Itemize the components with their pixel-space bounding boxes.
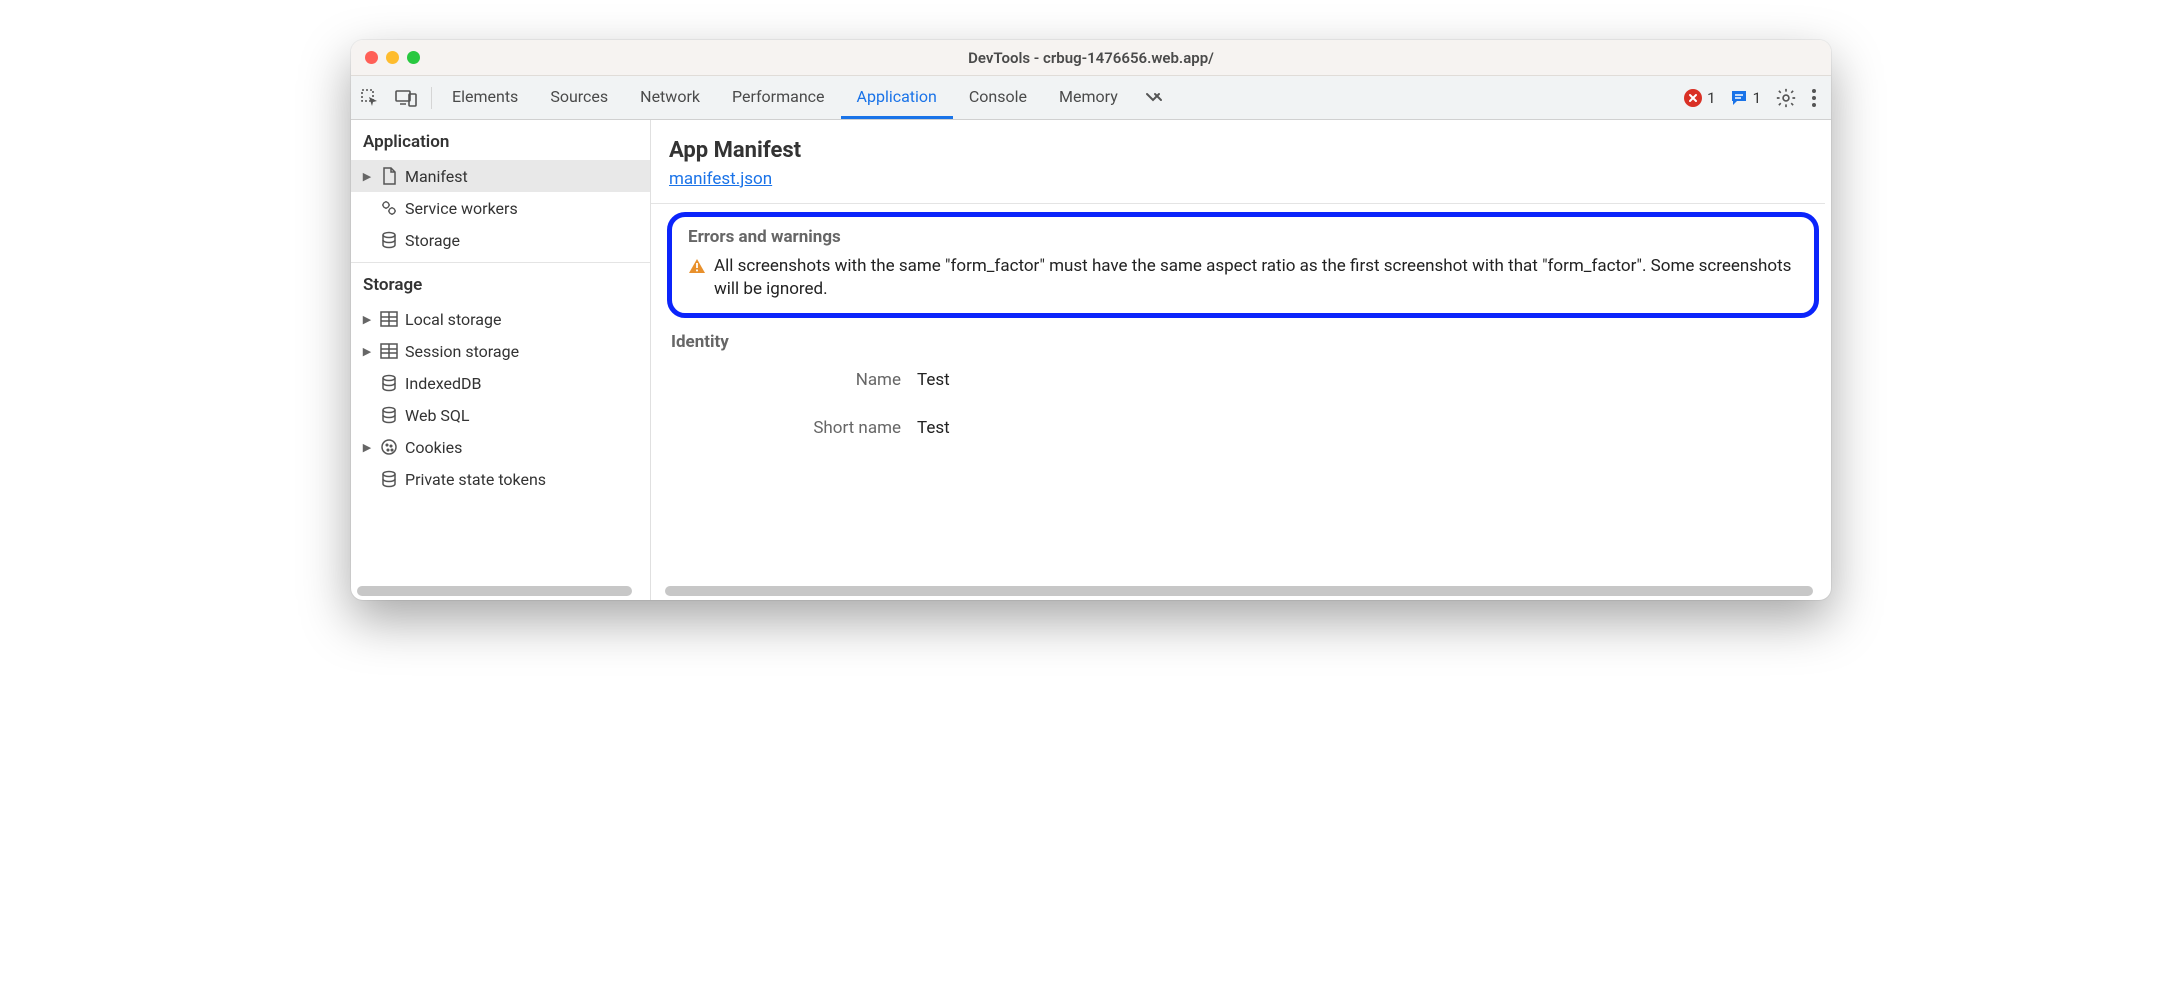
tab-performance[interactable]: Performance [716, 76, 841, 119]
database-icon [379, 469, 399, 489]
sidebar-item-label: Manifest [405, 167, 468, 186]
tab-sources[interactable]: Sources [534, 76, 624, 119]
window-title: DevTools - crbug-1476656.web.app/ [351, 49, 1831, 67]
identity-key: Name [667, 370, 917, 390]
database-icon [379, 405, 399, 425]
manifest-panel[interactable]: App Manifest manifest.json Errors and wa… [651, 120, 1831, 600]
file-icon [379, 166, 399, 186]
traffic-lights [351, 51, 420, 64]
chevron-right-icon: ▶ [361, 441, 373, 454]
devtools-window: DevTools - crbug-1476656.web.app/ Elemen… [351, 40, 1831, 600]
tab-elements[interactable]: Elements [436, 76, 534, 119]
sidebar-item-label: Private state tokens [405, 470, 546, 489]
errors-warnings-callout: Errors and warnings All screenshots with… [667, 212, 1819, 318]
sidebar-item-label: Service workers [405, 199, 518, 218]
cookie-icon [379, 437, 399, 457]
warning-icon [688, 258, 706, 281]
issue-icon [1730, 89, 1748, 107]
identity-value: Test [917, 418, 950, 438]
sidebar-item-label: Local storage [405, 310, 501, 329]
sidebar-item-session-storage[interactable]: ▶ Session storage [351, 335, 650, 367]
gears-icon [379, 198, 399, 218]
sidebar-item-cookies[interactable]: ▶ Cookies [351, 431, 650, 463]
error-count-chip[interactable]: 1 [1684, 89, 1715, 107]
warning-text: All screenshots with the same "form_fact… [714, 255, 1798, 301]
tab-application[interactable]: Application [841, 76, 953, 119]
error-count: 1 [1707, 89, 1715, 107]
tab-console[interactable]: Console [953, 76, 1043, 119]
settings-button[interactable] [1775, 87, 1797, 109]
chevron-right-icon: ▶ [361, 170, 373, 183]
sidebar-section-application: Application [351, 120, 650, 160]
more-tabs-button[interactable] [1134, 76, 1174, 119]
table-icon [379, 341, 399, 361]
database-icon [379, 230, 399, 250]
sidebar-item-local-storage[interactable]: ▶ Local storage [351, 303, 650, 335]
sidebar-item-indexeddb[interactable]: IndexedDB [351, 367, 650, 399]
titlebar: DevTools - crbug-1476656.web.app/ [351, 40, 1831, 76]
tab-network[interactable]: Network [624, 76, 716, 119]
sidebar-item-private-state-tokens[interactable]: Private state tokens [351, 463, 650, 495]
issue-count: 1 [1753, 89, 1761, 107]
main-horizontal-scrollbar[interactable] [665, 586, 1813, 596]
tab-memory[interactable]: Memory [1043, 76, 1134, 119]
chevron-right-icon: ▶ [361, 345, 373, 358]
issue-count-chip[interactable]: 1 [1730, 89, 1761, 107]
inspect-icon[interactable] [359, 87, 381, 109]
device-toolbar-icon[interactable] [395, 87, 417, 109]
page-title: App Manifest [669, 138, 1825, 163]
identity-row-short-name: Short name Test [667, 418, 1825, 438]
sidebar-section-storage: Storage [351, 263, 650, 303]
panel-body: Application ▶ Manifest Service workers [351, 120, 1831, 600]
manifest-link[interactable]: manifest.json [669, 169, 772, 189]
identity-heading: Identity [671, 332, 1825, 352]
sidebar-horizontal-scrollbar[interactable] [357, 586, 632, 596]
sidebar-item-web-sql[interactable]: Web SQL [351, 399, 650, 431]
sidebar-item-label: Cookies [405, 438, 462, 457]
application-sidebar[interactable]: Application ▶ Manifest Service workers [351, 120, 651, 600]
table-icon [379, 309, 399, 329]
error-icon [1684, 89, 1702, 107]
zoom-window-button[interactable] [407, 51, 420, 64]
identity-row-name: Name Test [667, 370, 1825, 390]
sidebar-item-label: Session storage [405, 342, 519, 361]
errors-warnings-heading: Errors and warnings [688, 227, 1798, 247]
identity-value: Test [917, 370, 950, 390]
sidebar-item-manifest[interactable]: ▶ Manifest [351, 160, 650, 192]
sidebar-item-service-workers[interactable]: Service workers [351, 192, 650, 224]
sidebar-item-label: Web SQL [405, 406, 470, 425]
sidebar-item-label: IndexedDB [405, 374, 481, 393]
sidebar-item-storage[interactable]: Storage [351, 224, 650, 256]
chevron-right-icon: ▶ [361, 313, 373, 326]
toolbar: Elements Sources Network Performance App… [351, 76, 1831, 120]
minimize-window-button[interactable] [386, 51, 399, 64]
database-icon [379, 373, 399, 393]
identity-key: Short name [667, 418, 917, 438]
more-options-button[interactable] [1811, 88, 1817, 108]
sidebar-item-label: Storage [405, 231, 460, 250]
close-window-button[interactable] [365, 51, 378, 64]
tab-bar: Elements Sources Network Performance App… [436, 76, 1174, 119]
